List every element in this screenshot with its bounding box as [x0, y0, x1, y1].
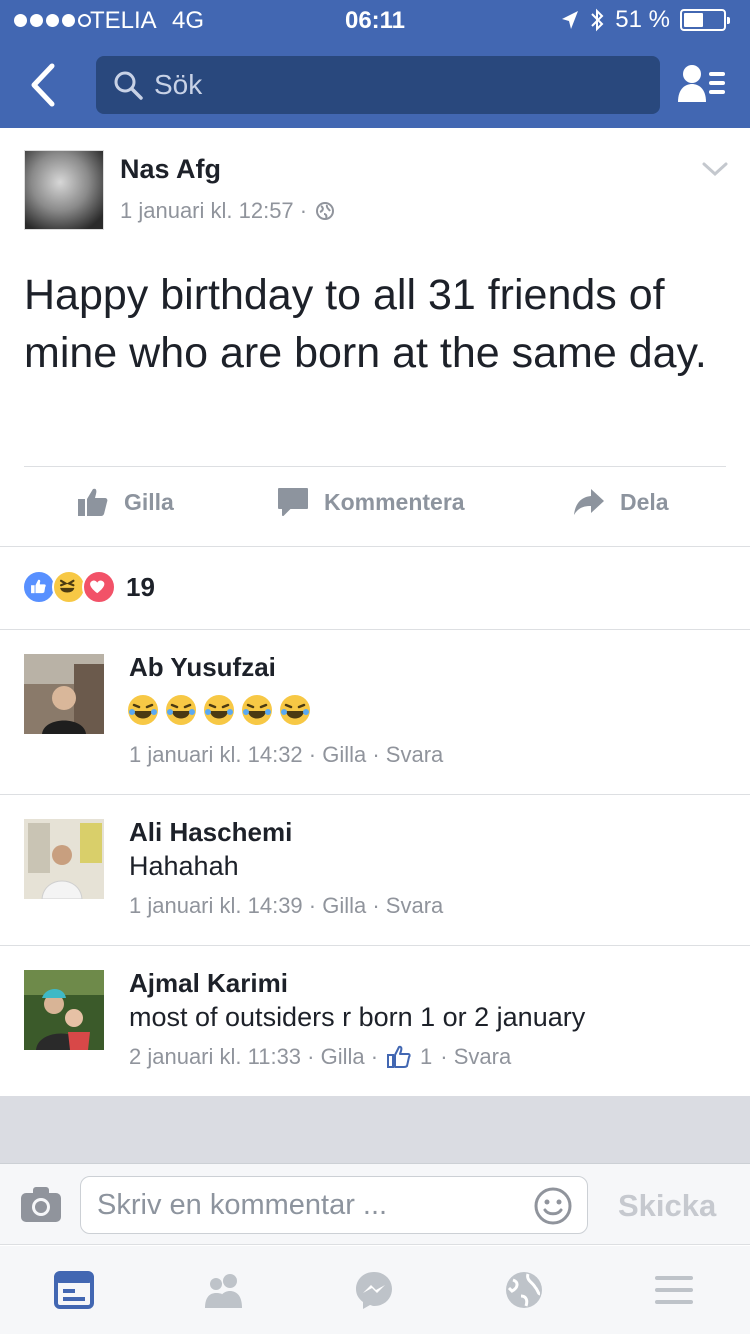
comment-meta: 2 januari kl. 11:33 · Gilla · 1 · Svara: [129, 1044, 511, 1070]
avatar[interactable]: [24, 654, 104, 734]
globe-icon: [316, 202, 335, 220]
top-bar: TELIA 4G 06:11 51 %: [0, 0, 750, 128]
search-icon: [114, 71, 143, 100]
reactions-summary[interactable]: 19: [22, 568, 155, 606]
news-feed-icon[interactable]: [54, 1270, 94, 1310]
haha-cry-icon: [242, 695, 272, 725]
comment-input-box[interactable]: [80, 1176, 588, 1234]
post-date[interactable]: 1 januari kl. 12:57 ·: [120, 198, 307, 224]
like-label: Gilla: [124, 488, 174, 515]
share-arrow-icon: [574, 489, 604, 515]
divider: [0, 546, 750, 547]
like-button[interactable]: Gilla: [76, 485, 174, 519]
comment-author-name[interactable]: Ali Haschemi: [129, 817, 292, 848]
comment: Ajmal Karimi most of outsiders r born 1 …: [0, 946, 750, 1096]
search-bar[interactable]: [96, 56, 660, 114]
haha-cry-icon: [280, 695, 310, 725]
avatar[interactable]: [24, 819, 104, 899]
comment-author-name[interactable]: Ab Yusufzai: [129, 652, 276, 683]
notifications-globe-icon[interactable]: [504, 1270, 544, 1310]
like-reaction-icon: [22, 570, 56, 604]
haha-cry-icon: [204, 695, 234, 725]
post-header: Nas Afg 1 januari kl. 12:57 ·: [0, 128, 750, 238]
friends-list-icon[interactable]: [676, 62, 728, 106]
post-actions: Gilla Kommentera Dela: [0, 467, 750, 547]
comment: Ali Haschemi Hahahah 1 januari kl. 14:39…: [0, 795, 750, 945]
comment-text: Hahahah: [129, 851, 239, 881]
status-bar: TELIA 4G 06:11 51 %: [0, 0, 750, 40]
post-author-name[interactable]: Nas Afg: [120, 154, 221, 185]
comment-author-name[interactable]: Ajmal Karimi: [129, 968, 288, 999]
post-text: Happy birthday to all 31 friends of mine…: [24, 271, 707, 377]
comment-emoji-row: [127, 694, 311, 726]
haha-cry-icon: [166, 695, 196, 725]
comment: Ab Yusufzai 1 januari kl. 14:32 · Gilla …: [0, 630, 750, 795]
camera-icon[interactable]: [20, 1184, 62, 1224]
chevron-down-icon[interactable]: [696, 150, 734, 188]
bluetooth-icon: [591, 8, 604, 32]
haha-reaction-icon: [52, 570, 86, 604]
battery-icon: [680, 9, 730, 31]
avatar[interactable]: [24, 970, 104, 1050]
comment-composer: Skicka: [0, 1163, 750, 1245]
messenger-icon[interactable]: [354, 1270, 394, 1310]
smiley-icon[interactable]: [533, 1186, 573, 1226]
feed-end-band: [0, 1096, 750, 1163]
thumbs-up-icon: [387, 1045, 411, 1068]
comment-like-count: 1: [420, 1044, 433, 1069]
comment-text: most of outsiders r born 1 or 2 january: [129, 1002, 586, 1032]
send-button[interactable]: Skicka: [618, 1188, 716, 1224]
comment-label: Kommentera: [324, 488, 465, 515]
menu-icon[interactable]: [654, 1270, 694, 1310]
friend-requests-icon[interactable]: [204, 1270, 244, 1310]
tab-bar: [0, 1246, 750, 1334]
comment-meta-time[interactable]: 2 januari kl. 11:33 · Gilla ·: [129, 1044, 378, 1070]
search-input[interactable]: [154, 69, 634, 101]
post-meta: 1 januari kl. 12:57 ·: [120, 198, 335, 224]
thumbs-up-icon: [78, 488, 108, 516]
battery-level: [684, 13, 703, 27]
comment-input[interactable]: [97, 1189, 517, 1222]
comment-bubble-icon: [278, 488, 308, 516]
avatar[interactable]: [24, 150, 104, 230]
location-arrow-icon: [562, 11, 579, 29]
battery-percent: 51 %: [615, 6, 670, 33]
share-button[interactable]: Dela: [572, 485, 669, 519]
back-arrow-icon[interactable]: [22, 60, 62, 110]
comment-reply[interactable]: · Svara: [440, 1044, 511, 1070]
haha-cry-icon: [128, 695, 158, 725]
comment-meta[interactable]: 1 januari kl. 14:32 · Gilla · Svara: [129, 742, 443, 768]
love-reaction-icon: [82, 570, 116, 604]
comment-button[interactable]: Kommentera: [276, 485, 465, 519]
status-right: 51 %: [561, 6, 730, 34]
comment-meta[interactable]: 1 januari kl. 14:39 · Gilla · Svara: [129, 893, 443, 919]
reaction-count: 19: [126, 571, 155, 602]
share-label: Dela: [620, 488, 669, 515]
